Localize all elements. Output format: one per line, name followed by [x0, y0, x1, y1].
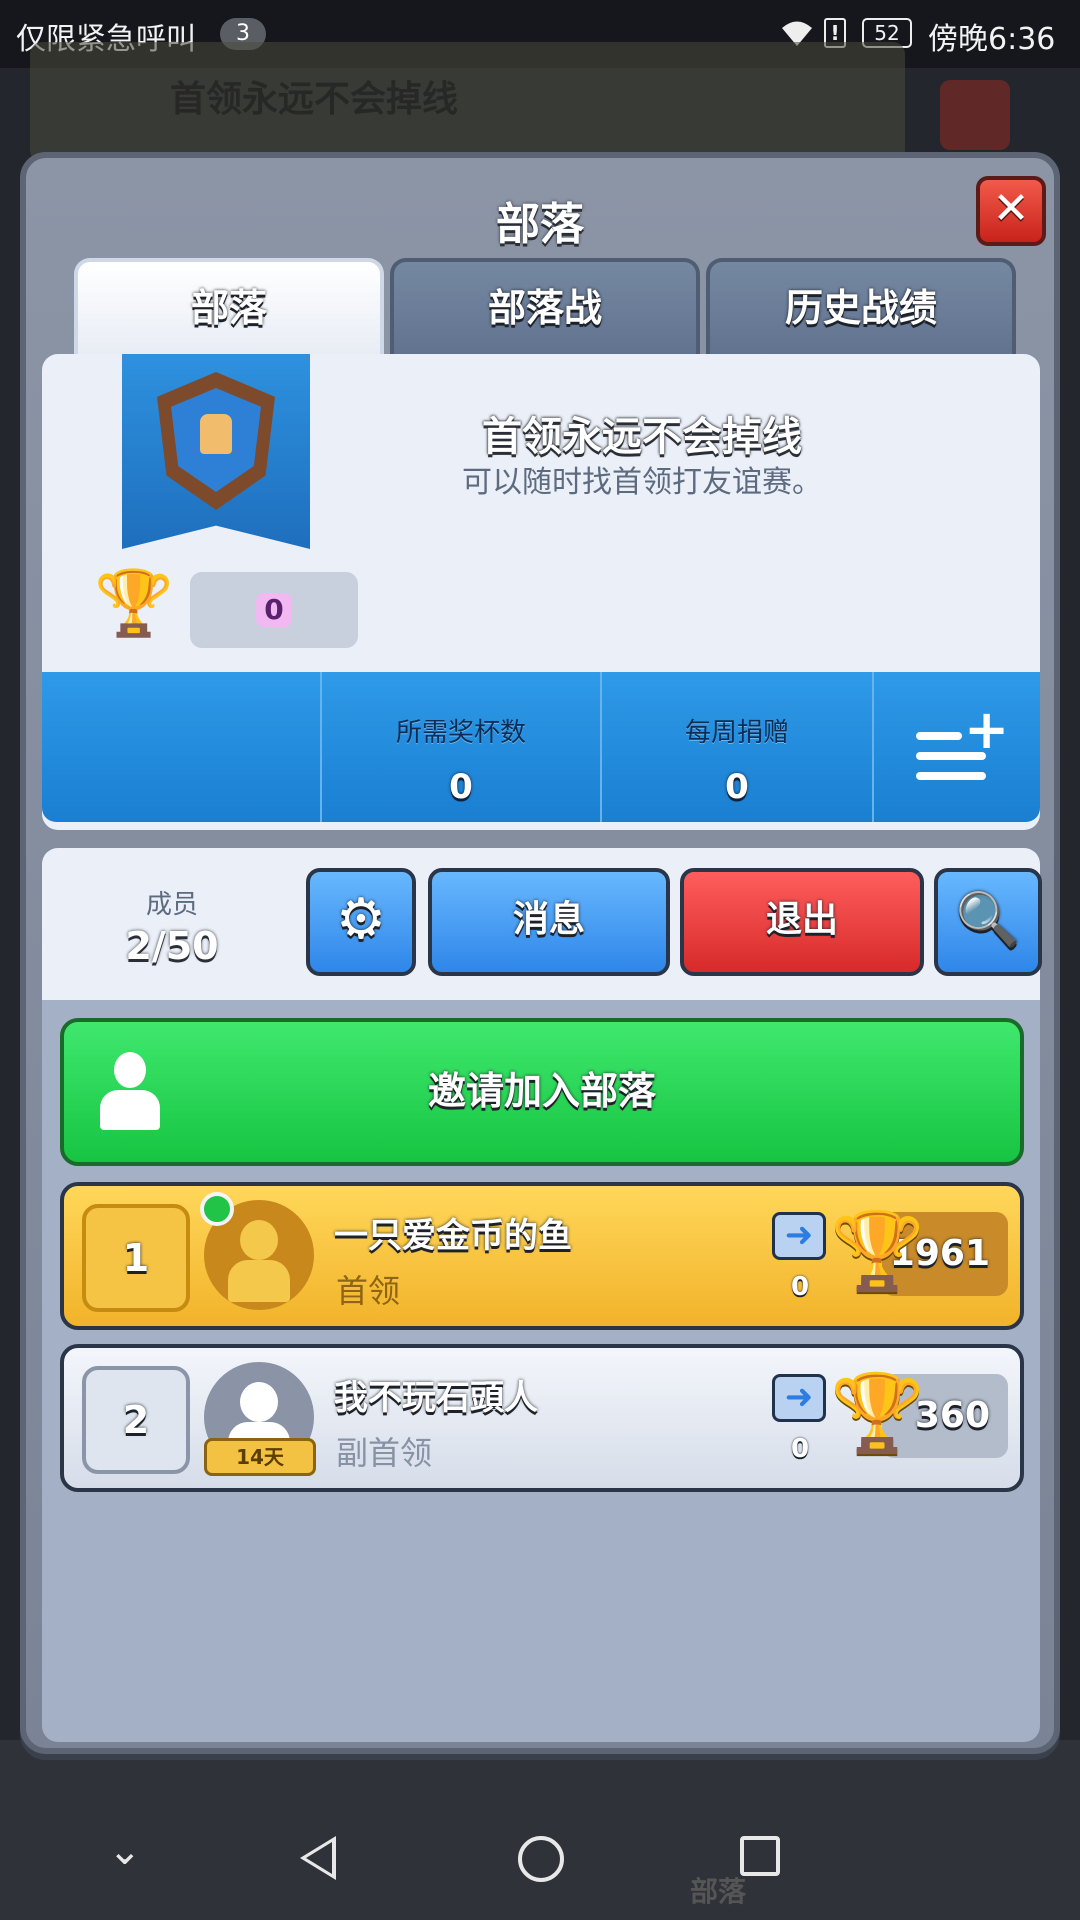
clan-description: 可以随时找首领打友谊赛。	[462, 465, 822, 500]
donation-card-icon: ➜	[772, 1374, 826, 1422]
members-count: 2/50	[125, 924, 219, 968]
member-donations: 0	[790, 1272, 810, 1302]
background-clan-title: 首领永远不会掉线	[170, 79, 459, 120]
members-label: 成员	[145, 890, 198, 920]
required-trophies-value: 0	[449, 767, 473, 807]
required-trophies-label: 所需奖杯数	[395, 718, 526, 748]
members-toolbar: 成员 2/50 ⚙ 消息 退出 🔍	[42, 848, 1042, 1000]
tab-clan-war[interactable]: 部落战	[390, 258, 700, 354]
background-close-icon	[940, 80, 1010, 150]
trophy-icon: 🏆	[830, 1368, 925, 1457]
message-button[interactable]: 消息	[428, 868, 670, 976]
invite-button[interactable]: 邀请加入部落	[60, 1018, 1024, 1166]
member-donations: 0	[790, 1434, 810, 1464]
member-role: 首领	[336, 1272, 401, 1310]
trophy-icon: 🏆	[830, 1206, 925, 1295]
weekly-donations-label: 每周捐赠	[684, 718, 789, 748]
clan-trophy-icon: 🏆	[94, 567, 174, 641]
tab-history[interactable]: 历史战绩	[706, 258, 1016, 354]
invite-label: 邀请加入部落	[427, 1069, 656, 1113]
gear-icon: ⚙	[335, 887, 387, 952]
member-name: 一只爱金币的鱼	[334, 1216, 572, 1256]
search-button[interactable]: 🔍	[934, 868, 1042, 976]
clan-name: 首领永远不会掉线	[482, 414, 802, 460]
exit-button[interactable]: 退出	[680, 868, 924, 976]
member-row[interactable]: 1 一只爱金币的鱼 首领 ➜ 0 1961 🏆	[60, 1182, 1024, 1330]
online-status-icon	[200, 1192, 234, 1226]
list-add-icon: +	[916, 698, 1009, 782]
hide-nav-chevron-icon[interactable]: ⌄	[108, 1828, 142, 1874]
member-role: 副首领	[336, 1434, 433, 1472]
home-icon[interactable]	[518, 1836, 564, 1882]
member-days-badge: 14天	[204, 1438, 316, 1476]
clan-dialog: 部落 ✕ 部落 部落战 历史战绩 首领永远不会掉线 可以随时找首领打友谊赛。 🏆…	[20, 152, 1060, 1754]
recent-apps-icon[interactable]	[740, 1836, 780, 1876]
dialog-title: 部落	[496, 199, 584, 250]
search-icon: 🔍	[955, 890, 1021, 950]
clan-badge-emblem	[200, 414, 232, 454]
clan-info-card: 首领永远不会掉线 可以随时找首领打友谊赛。 🏆 0 所需奖杯数 0 每周捐赠 0…	[42, 354, 1040, 830]
member-name: 我不玩石頭人	[334, 1378, 538, 1418]
clan-trophy-value: 0	[256, 593, 292, 627]
clan-stats-strip: 所需奖杯数 0 每周捐赠 0 +	[42, 672, 1040, 822]
settings-button[interactable]: ⚙	[306, 868, 416, 976]
clan-details-button[interactable]: +	[872, 672, 1040, 822]
weekly-donations-value: 0	[725, 767, 749, 807]
member-rank: 1	[82, 1204, 190, 1312]
tab-clan[interactable]: 部落	[74, 258, 384, 354]
background-clan-header	[30, 42, 905, 162]
person-icon	[100, 1052, 160, 1132]
clan-trophy-count: 0	[190, 572, 358, 648]
close-button[interactable]: ✕	[976, 176, 1046, 246]
back-icon[interactable]	[300, 1836, 336, 1880]
stat-empty-cell	[42, 672, 320, 822]
member-rank: 2	[82, 1366, 190, 1474]
stat-required-trophies: 所需奖杯数 0	[320, 672, 600, 822]
clock: 傍晚6:36	[928, 22, 1056, 57]
stat-weekly-donations: 每周捐赠 0	[600, 672, 872, 822]
android-nav-bar: ⌄	[0, 1800, 1080, 1920]
donation-card-icon: ➜	[772, 1212, 826, 1260]
member-row[interactable]: 2 14天 我不玩石頭人 副首领 ➜ 0 360 🏆	[60, 1344, 1024, 1492]
